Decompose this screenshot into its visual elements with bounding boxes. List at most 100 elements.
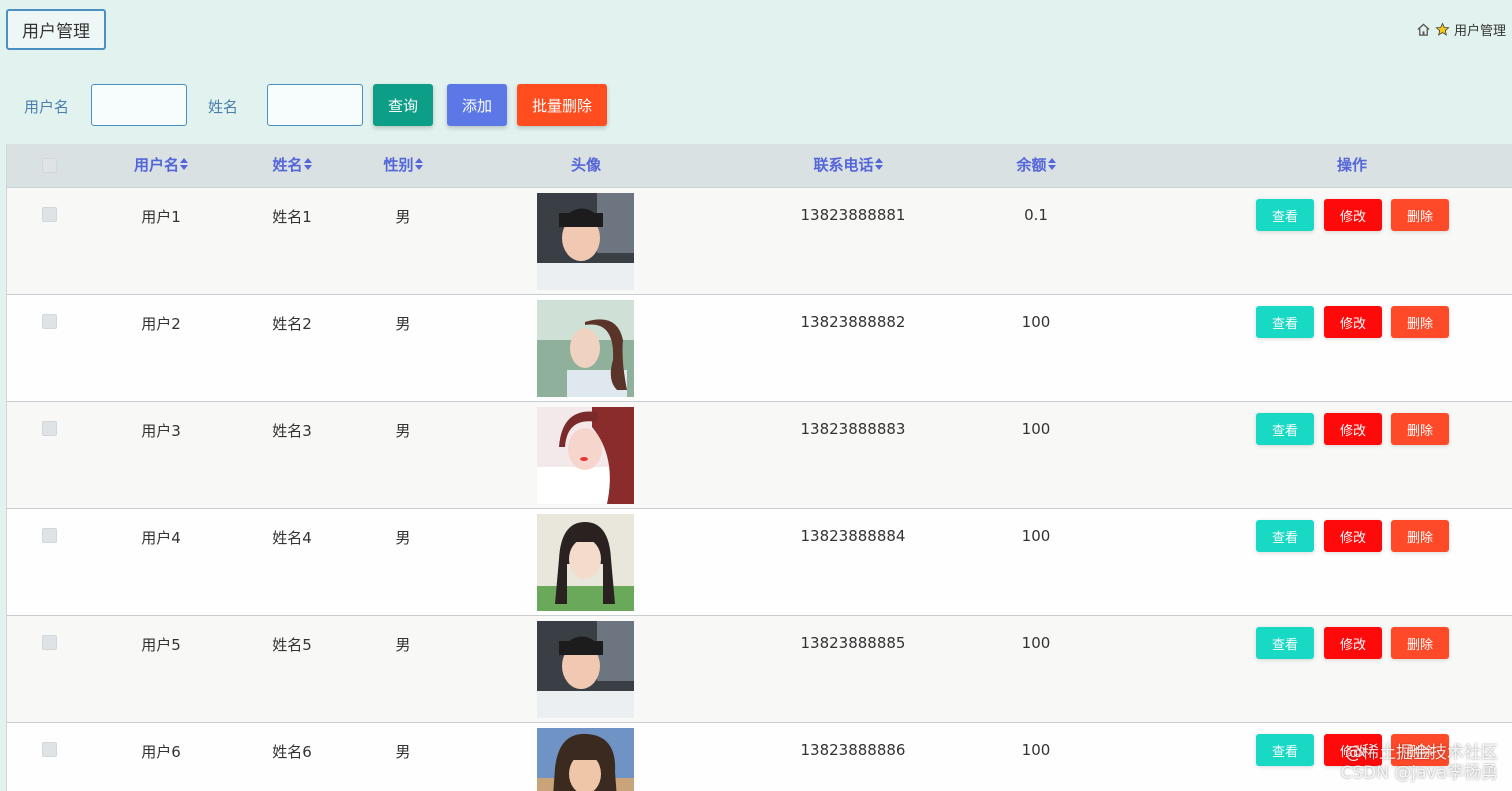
view-button[interactable]: 查看 — [1256, 734, 1314, 766]
row-checkbox[interactable] — [42, 421, 57, 436]
table-row: 用户4 姓名4 男 13823888884 100 查看 修改 删除 — [7, 509, 1512, 616]
cell-phone: 13823888884 — [800, 527, 906, 545]
edit-button[interactable]: 修改 — [1324, 413, 1382, 445]
cell-gender: 男 — [395, 208, 411, 226]
table-header: 用户名 姓名 性别 头像 联系电话 余额 操作 — [7, 144, 1512, 188]
cell-username: 用户3 — [141, 422, 181, 440]
column-header-gender-label: 性别 — [383, 156, 414, 174]
watermark-line-2: CSDN @java李杨勇 — [1340, 763, 1499, 783]
add-button[interactable]: 添加 — [447, 84, 507, 126]
name-label: 姓名 — [208, 98, 239, 116]
avatar — [537, 728, 634, 791]
view-button[interactable]: 查看 — [1256, 199, 1314, 231]
view-button[interactable]: 查看 — [1256, 627, 1314, 659]
sort-icon[interactable] — [1047, 144, 1056, 187]
view-button[interactable]: 查看 — [1256, 520, 1314, 552]
query-button[interactable]: 查询 — [373, 84, 433, 126]
cell-balance: 100 — [1021, 527, 1051, 545]
table-row: 用户3 姓名3 男 13823888883 100 查看 修改 删除 — [7, 402, 1512, 509]
username-search-input[interactable] — [91, 84, 187, 126]
column-header-name-label: 姓名 — [272, 156, 303, 174]
table-row: 用户1 姓名1 男 13823888881 0.1 查看 修改 删除 — [7, 188, 1512, 295]
delete-button[interactable]: 删除 — [1391, 199, 1449, 231]
column-header-phone-label: 联系电话 — [813, 156, 874, 174]
delete-button[interactable]: 删除 — [1391, 627, 1449, 659]
column-header-phone[interactable]: 联系电话 — [773, 144, 923, 187]
edit-button[interactable]: 修改 — [1324, 627, 1382, 659]
breadcrumb-label[interactable]: 用户管理 — [1454, 20, 1506, 39]
cell-name: 姓名5 — [272, 636, 312, 654]
cell-phone: 13823888885 — [800, 634, 906, 652]
cell-name: 姓名3 — [272, 422, 312, 440]
cell-phone: 13823888886 — [800, 741, 906, 759]
cell-name: 姓名1 — [272, 208, 312, 226]
avatar — [537, 621, 634, 718]
column-header-balance-label: 余额 — [1016, 156, 1047, 174]
edit-button[interactable]: 修改 — [1324, 199, 1382, 231]
sort-icon[interactable] — [414, 144, 423, 187]
cell-gender: 男 — [395, 315, 411, 333]
user-table: 用户名 姓名 性别 头像 联系电话 余额 操作 用户1 姓名1 男 138238… — [6, 144, 1512, 791]
avatar — [537, 407, 634, 504]
row-checkbox[interactable] — [42, 528, 57, 543]
view-button[interactable]: 查看 — [1256, 306, 1314, 338]
cell-username: 用户4 — [141, 529, 181, 547]
cell-name: 姓名4 — [272, 529, 312, 547]
cell-balance: 100 — [1021, 741, 1051, 759]
home-icon[interactable] — [1416, 22, 1431, 37]
watermark-line-1: @稀土掘金技术社区 — [1345, 743, 1498, 763]
cell-balance: 100 — [1021, 634, 1051, 652]
table-row: 用户5 姓名5 男 13823888885 100 查看 修改 删除 — [7, 616, 1512, 723]
avatar — [537, 300, 634, 397]
avatar — [537, 514, 634, 611]
column-header-name[interactable]: 姓名 — [242, 144, 342, 187]
breadcrumb: 用户管理 — [1416, 18, 1512, 40]
cell-balance: 0.1 — [1024, 206, 1048, 224]
search-toolbar: 用户名 姓名 查询 添加 批量删除 — [0, 84, 1512, 126]
delete-button[interactable]: 删除 — [1391, 413, 1449, 445]
row-checkbox[interactable] — [42, 635, 57, 650]
row-checkbox[interactable] — [42, 742, 57, 757]
cell-phone: 13823888881 — [800, 206, 906, 224]
cell-name: 姓名6 — [272, 743, 312, 761]
cell-balance: 100 — [1021, 313, 1051, 331]
cell-username: 用户1 — [141, 208, 181, 226]
cell-username: 用户5 — [141, 636, 181, 654]
sort-icon[interactable] — [874, 144, 883, 187]
username-label: 用户名 — [24, 98, 70, 116]
table-row: 用户2 姓名2 男 13823888882 100 查看 修改 删除 — [7, 295, 1512, 402]
row-checkbox[interactable] — [42, 314, 57, 329]
column-header-gender[interactable]: 性别 — [353, 144, 453, 187]
cell-gender: 男 — [395, 743, 411, 761]
cell-gender: 男 — [395, 529, 411, 547]
watermark: @稀土掘金技术社区 CSDN @java李杨勇 — [1341, 743, 1499, 783]
view-button[interactable]: 查看 — [1256, 413, 1314, 445]
edit-button[interactable]: 修改 — [1324, 306, 1382, 338]
cell-gender: 男 — [395, 422, 411, 440]
cell-gender: 男 — [395, 636, 411, 654]
page-title-tab[interactable]: 用户管理 — [6, 9, 106, 50]
cell-phone: 13823888883 — [800, 420, 906, 438]
avatar — [537, 193, 634, 290]
cell-username: 用户2 — [141, 315, 181, 333]
cell-username: 用户6 — [141, 743, 181, 761]
batch-delete-button[interactable]: 批量删除 — [517, 84, 607, 126]
column-header-balance[interactable]: 余额 — [986, 144, 1086, 187]
edit-button[interactable]: 修改 — [1324, 520, 1382, 552]
delete-button[interactable]: 删除 — [1391, 306, 1449, 338]
name-search-input[interactable] — [267, 84, 363, 126]
cell-phone: 13823888882 — [800, 313, 906, 331]
sort-icon[interactable] — [180, 144, 188, 187]
column-header-username-label: 用户名 — [133, 156, 179, 174]
sort-icon[interactable] — [303, 144, 312, 187]
delete-button[interactable]: 删除 — [1391, 520, 1449, 552]
column-header-actions: 操作 — [1336, 156, 1367, 174]
table-row: 用户6 姓名6 男 13823888886 100 查看 修改 删除 — [7, 723, 1512, 791]
star-icon — [1435, 21, 1450, 37]
column-header-avatar: 头像 — [570, 156, 601, 174]
cell-balance: 100 — [1021, 420, 1051, 438]
column-header-username[interactable]: 用户名 — [111, 144, 211, 187]
row-checkbox[interactable] — [42, 207, 57, 222]
cell-name: 姓名2 — [272, 315, 312, 333]
select-all-checkbox[interactable] — [42, 158, 57, 173]
